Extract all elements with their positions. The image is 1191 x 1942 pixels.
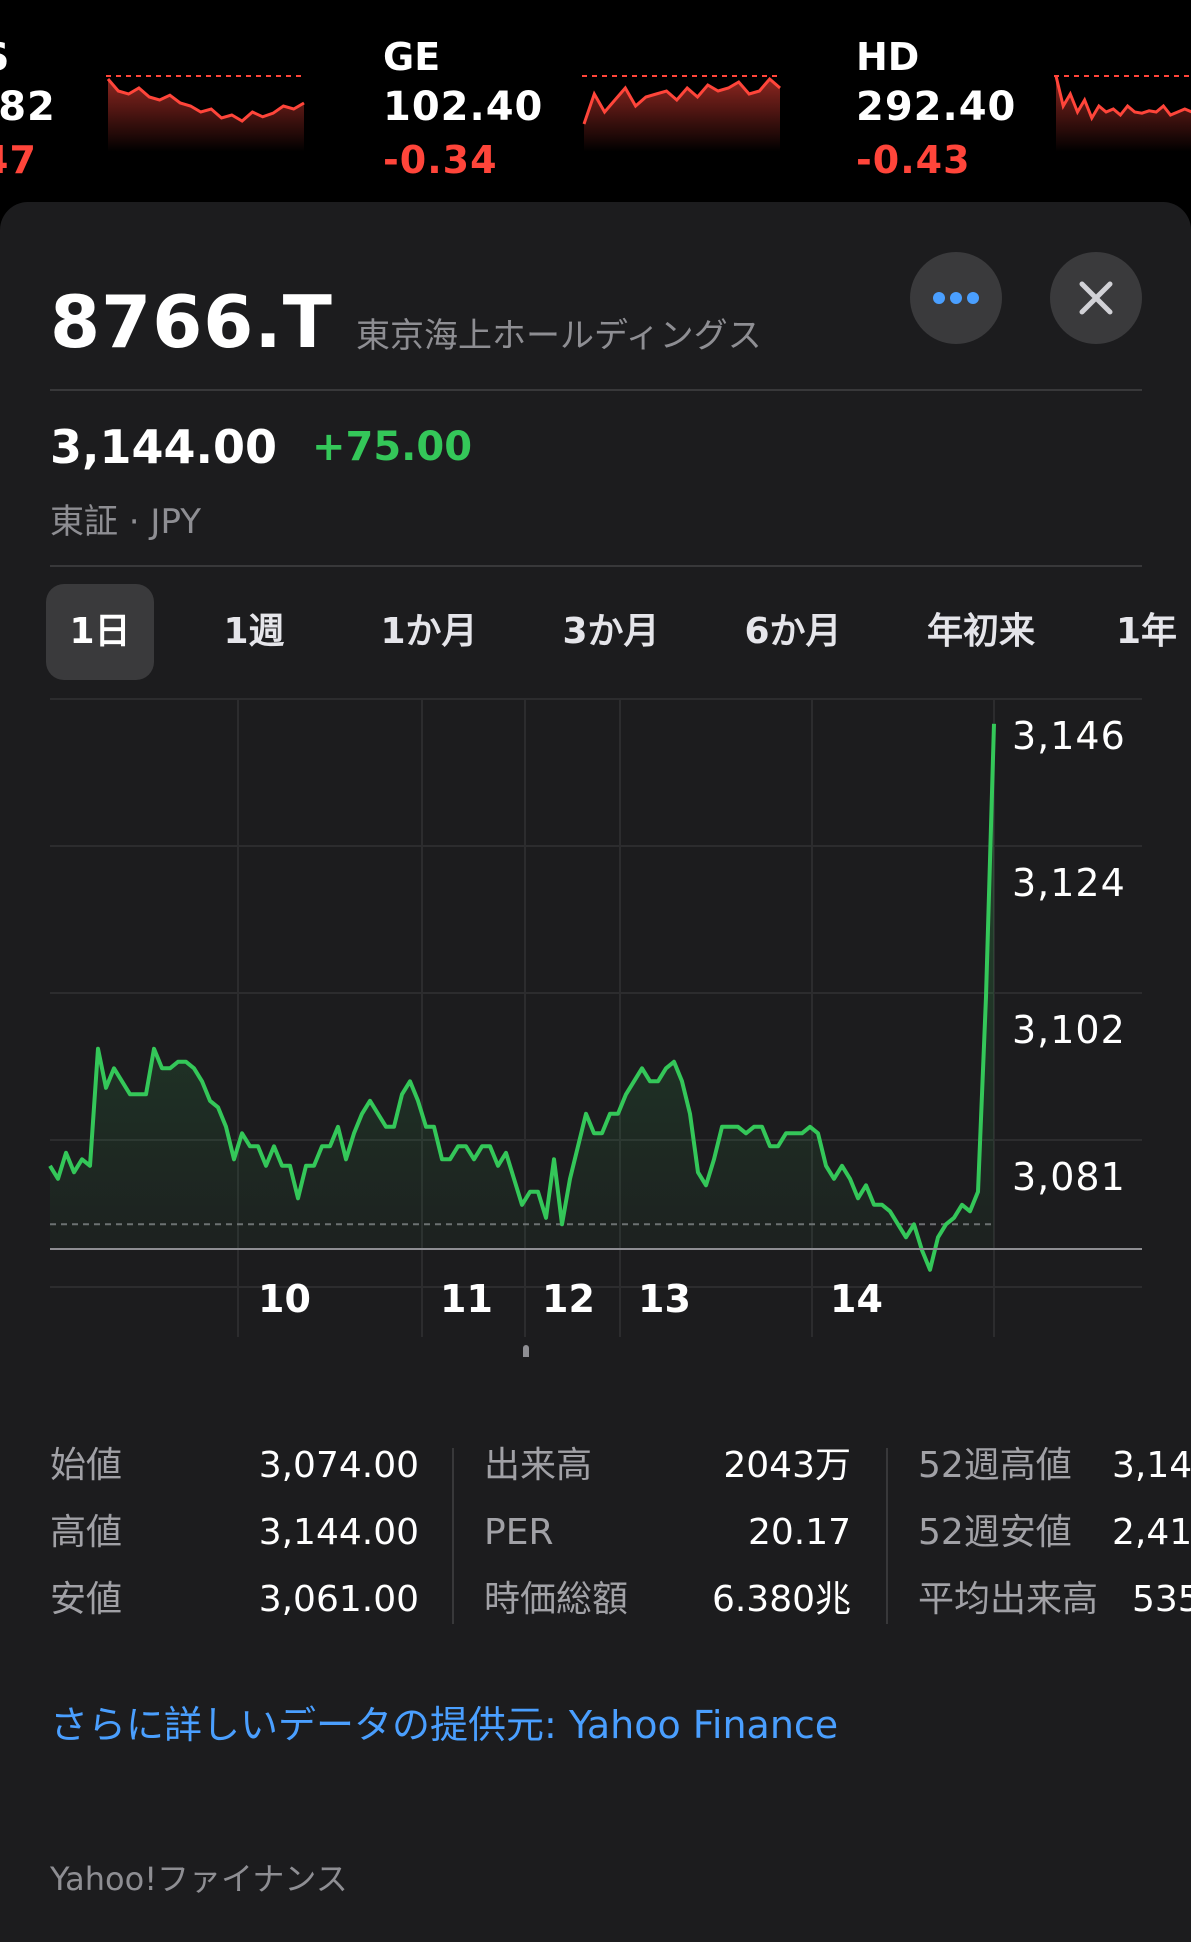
more-button[interactable]	[910, 252, 1002, 344]
price-chart-svg: 3,146 3,124 3,102 3,081 10 11 12 13 14	[48, 698, 1142, 1357]
stat-label: 52週高値	[918, 1445, 1072, 1486]
stats-column-divider	[886, 1448, 888, 1624]
ticker-item[interactable]: HD 292.40 -0.43	[856, 34, 1016, 186]
y-tick-label: 3,124	[1012, 861, 1126, 905]
stat-label: 高値	[50, 1512, 123, 1553]
stat-label: PER	[484, 1512, 554, 1553]
stat-label: 52週安値	[918, 1512, 1072, 1553]
stat-label: 平均出来高	[918, 1579, 1099, 1620]
x-tick-label: 12	[542, 1277, 595, 1321]
ticker-change: -0.34	[383, 138, 498, 182]
tab-1y[interactable]: 1年	[1116, 584, 1191, 680]
ticker-strip: S .82 47 GE 102.40 -0.34 HD 292.40 -0.43	[0, 0, 1191, 200]
x-tick-label: 10	[258, 1277, 311, 1321]
ticker-symbol: HD	[856, 35, 920, 79]
stat-value: 2,41	[1112, 1512, 1191, 1553]
scrub-handle	[523, 1345, 529, 1357]
current-price: 3,144.00	[50, 420, 277, 474]
stat-label: 安値	[50, 1579, 123, 1620]
ellipsis-icon	[933, 292, 979, 304]
stats-table: 始値 3,074.00 高値 3,144.00 安値 3,061.00 出来高 …	[0, 1442, 1191, 1632]
ticker-item[interactable]: S .82 47	[0, 34, 56, 186]
tab-1w[interactable]: 1週	[194, 584, 314, 680]
stock-symbol: 8766.T	[50, 280, 333, 364]
stock-detail-card: 8766.T 東京海上ホールディングス 3,144.00 +75.00 東証 ·…	[0, 202, 1191, 1942]
tab-1d[interactable]: 1日	[46, 584, 154, 680]
ticker-sparkline	[582, 75, 782, 152]
stat-value: 3,061.00	[258, 1579, 419, 1620]
close-button[interactable]	[1050, 252, 1142, 344]
tab-6m[interactable]: 6か月	[720, 584, 866, 680]
stat-value: 3,074.00	[258, 1445, 419, 1486]
ticker-item[interactable]: GE 102.40 -0.34	[383, 34, 543, 186]
stat-value: 2043万	[723, 1445, 851, 1486]
spark-area	[584, 79, 780, 152]
spark-line	[1054, 75, 1191, 122]
quote-divider	[50, 565, 1142, 567]
x-tick-label: 14	[830, 1277, 883, 1321]
ticker-price: 292.40	[856, 84, 1017, 130]
data-source-label: Yahoo!ファイナンス	[50, 1860, 348, 1898]
range-tabs: 1日 1週 1か月 3か月 6か月 年初来 1年	[46, 584, 1191, 680]
ticker-change: 47	[0, 138, 37, 182]
ticker-price: .82	[0, 84, 56, 130]
stat-label: 時価総額	[484, 1579, 629, 1620]
y-tick-label: 3,146	[1012, 714, 1126, 758]
price-change: +75.00	[312, 424, 473, 470]
stat-value: 3,14	[1112, 1445, 1191, 1486]
ticker-sparkline	[106, 75, 306, 152]
ticker-change: -0.43	[856, 138, 971, 182]
stat-value: 6.380兆	[711, 1579, 851, 1620]
ticker-symbol: S	[0, 34, 56, 80]
exchange-currency: 東証 · JPY	[50, 502, 201, 542]
stat-label: 出来高	[484, 1445, 593, 1486]
company-name: 東京海上ホールディングス	[356, 316, 762, 356]
stats-column-divider	[452, 1448, 454, 1624]
header-divider	[50, 389, 1142, 391]
stat-value: 535	[1132, 1579, 1191, 1620]
y-tick-label: 3,081	[1012, 1155, 1126, 1199]
tab-1m[interactable]: 1か月	[356, 584, 502, 680]
x-tick-label: 11	[440, 1277, 493, 1321]
ticker-sparkline	[1054, 75, 1191, 152]
close-icon	[1079, 281, 1113, 315]
more-data-link[interactable]: さらに詳しいデータの提供元: Yahoo Finance	[50, 1694, 838, 1749]
ticker-price: 102.40	[383, 84, 544, 130]
stat-value: 3,144.00	[258, 1512, 419, 1553]
tab-ytd[interactable]: 年初来	[908, 584, 1054, 680]
stat-label: 始値	[50, 1445, 123, 1486]
tab-3m[interactable]: 3か月	[538, 584, 684, 680]
x-tick-label: 13	[638, 1277, 691, 1321]
stat-value: 20.17	[747, 1512, 851, 1553]
ticker-symbol: GE	[383, 35, 441, 79]
y-tick-label: 3,102	[1012, 1008, 1126, 1052]
price-chart[interactable]: 3,146 3,124 3,102 3,081 10 11 12 13 14	[0, 697, 1191, 1357]
